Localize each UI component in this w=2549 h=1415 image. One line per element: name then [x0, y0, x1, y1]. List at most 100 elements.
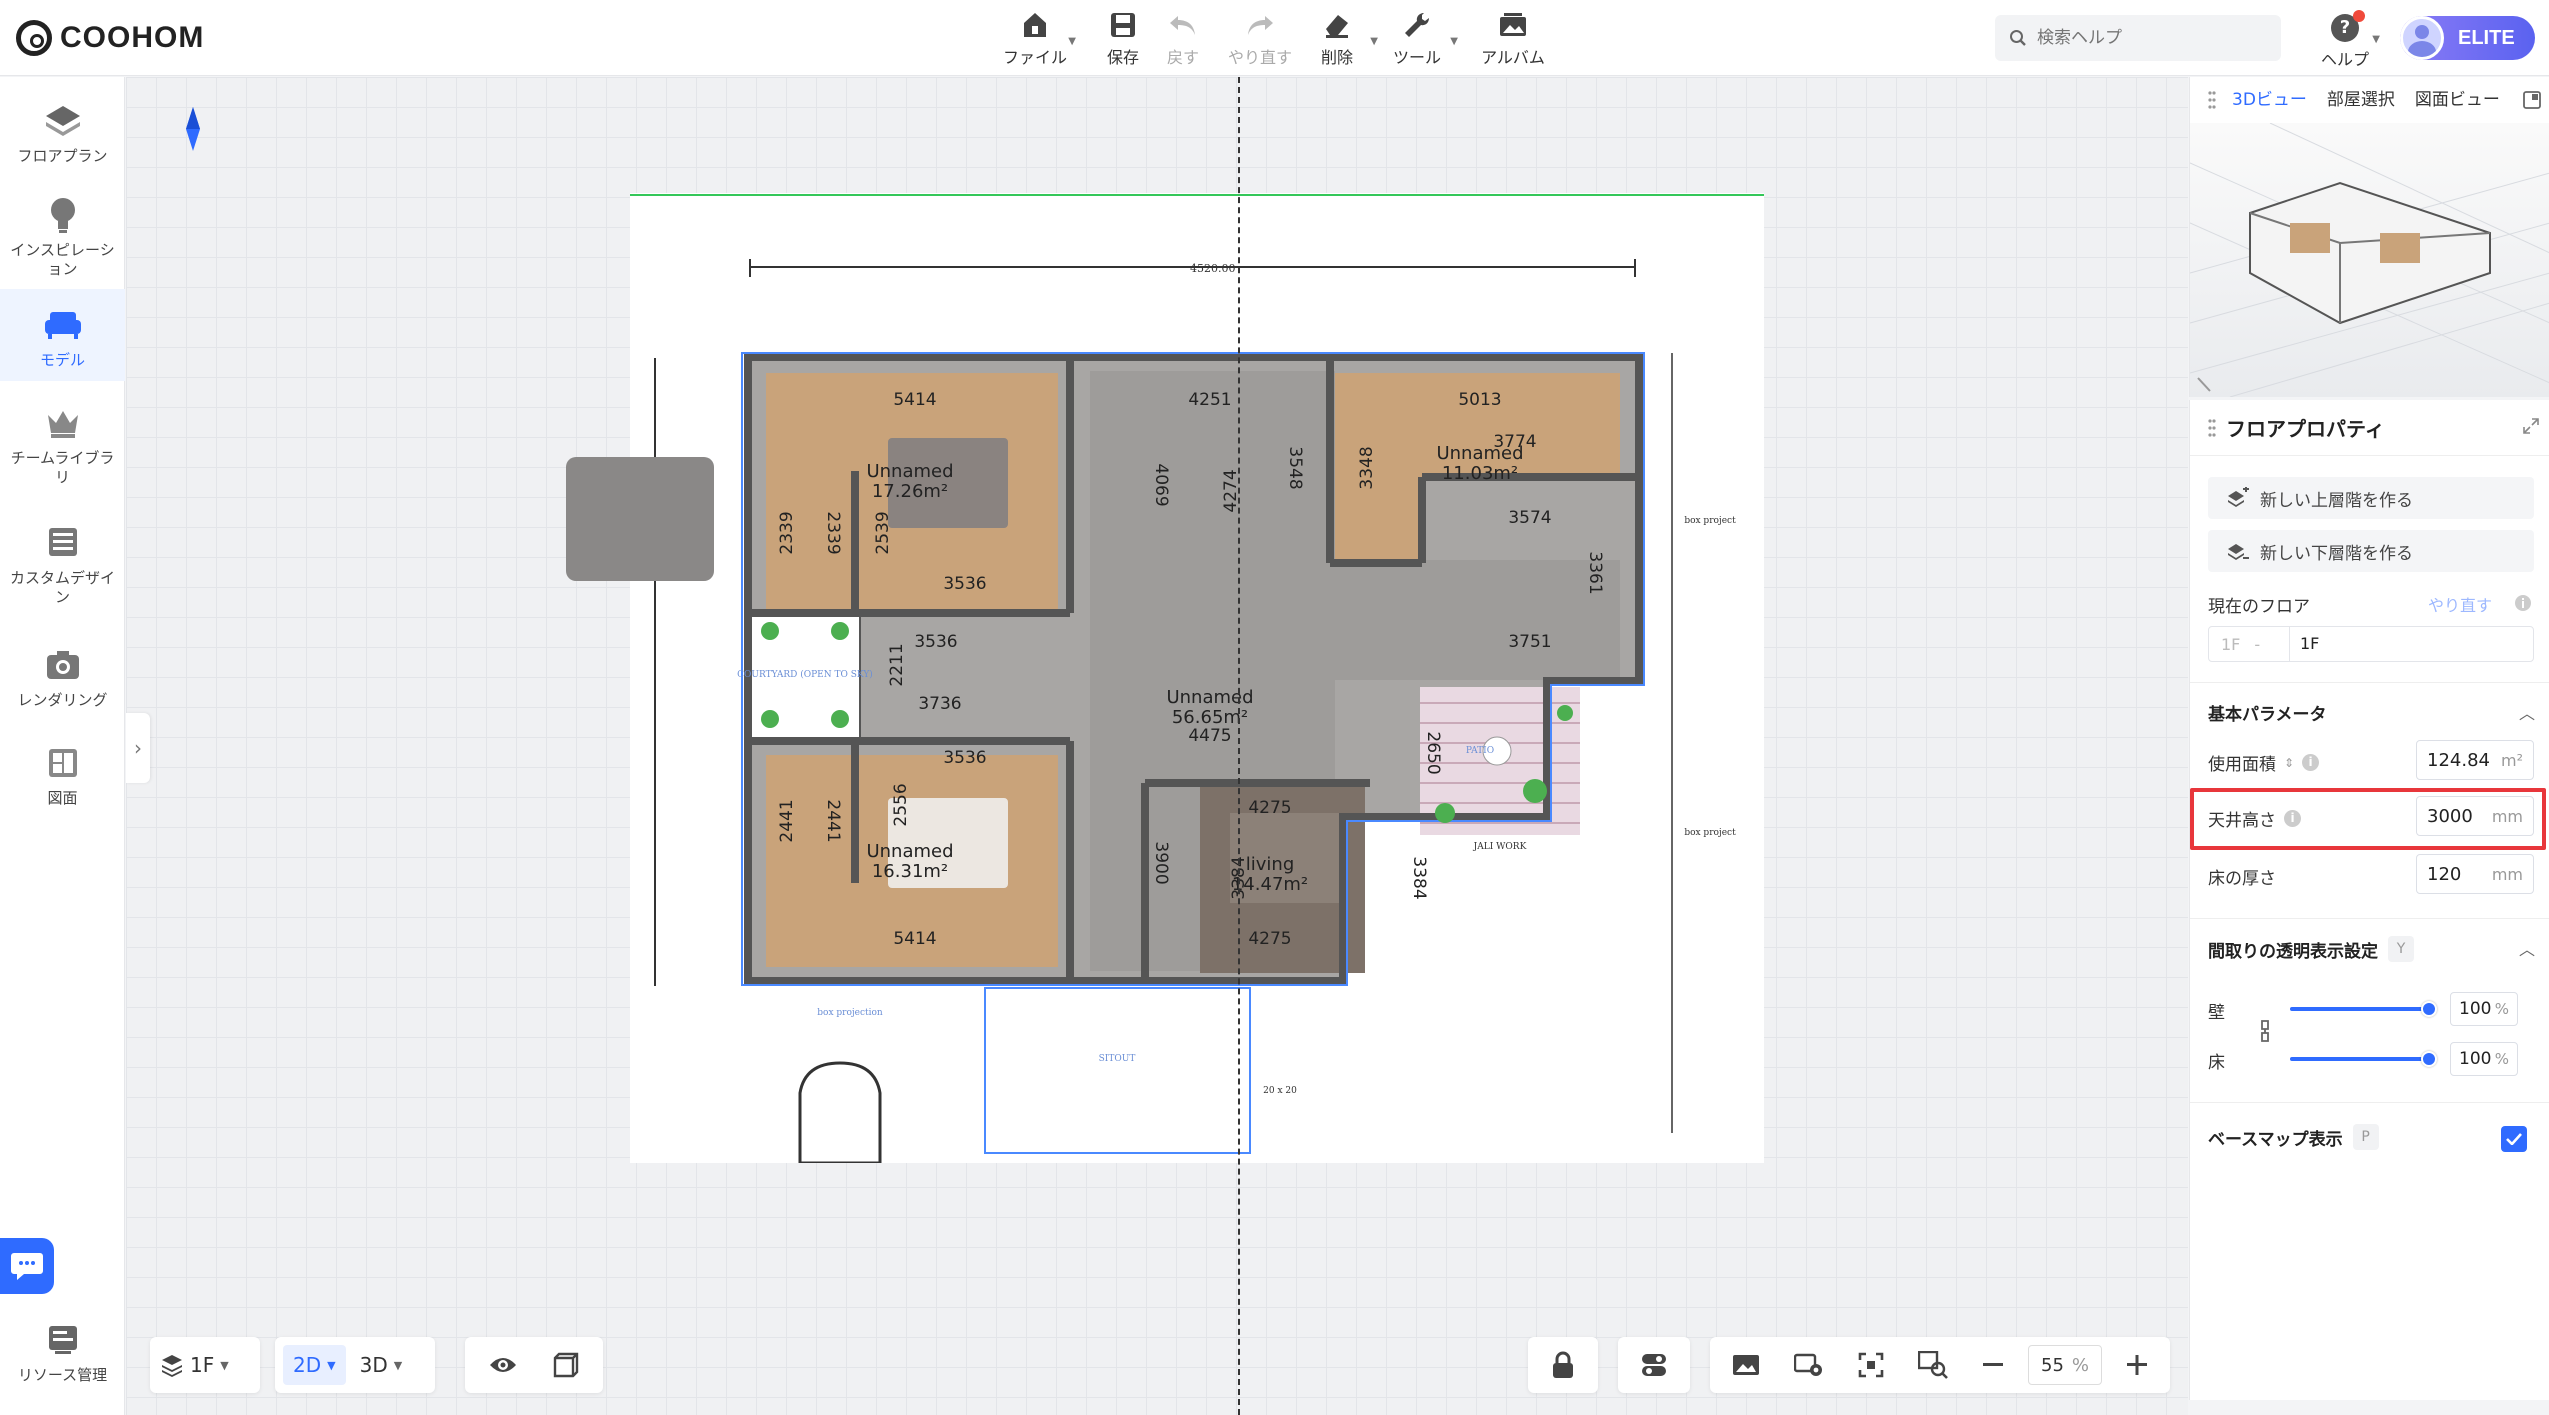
floor-name-input[interactable]: 1F	[2289, 627, 2533, 661]
view-settings-button[interactable]	[1784, 1345, 1834, 1385]
drag-handle-icon[interactable]	[2208, 91, 2216, 109]
current-floor-label: 現在のフロア	[2208, 597, 2310, 617]
zoom-fit-button[interactable]	[1908, 1345, 1958, 1385]
zoom-unit: %	[2071, 1354, 2089, 1376]
tab-drawing-view[interactable]: 図面ビュー	[2405, 77, 2510, 123]
floor-opacity-slider[interactable]	[2290, 1051, 2437, 1067]
design-canvas[interactable]: › 4520.00 Unnamed 17.26m² Unnamed 11.03m…	[126, 77, 2188, 1415]
link-icon[interactable]	[2258, 1020, 2272, 1042]
floor-opacity-unit: %	[2494, 1050, 2509, 1068]
floor-prefix-text: 1F	[2221, 634, 2241, 654]
area-field: 124.84 m²	[2416, 740, 2534, 780]
sidebar-item-custom-design[interactable]: カスタムデザイン	[0, 517, 125, 617]
current-floor-field[interactable]: 1F - 1F	[2208, 626, 2534, 662]
section-title-text: 基本パラメータ	[2208, 705, 2327, 725]
image-button[interactable]	[1722, 1345, 1770, 1385]
lock-icon	[1553, 1351, 1573, 1378]
help-button[interactable]: ? ヘルプ ▼	[2310, 10, 2380, 70]
3d-preview-panel: 3Dビュー 部屋選択 図面ビュー	[2189, 77, 2549, 397]
chevron-up-icon[interactable]: ︿	[2519, 936, 2535, 960]
lock-button[interactable]	[1541, 1345, 1585, 1385]
cube-view-button[interactable]	[543, 1345, 589, 1385]
zoom-in-button[interactable]	[2116, 1345, 2158, 1385]
camera-icon	[43, 645, 83, 685]
basemap-checkbox[interactable]	[2501, 1126, 2527, 1152]
plan-dimension: 3384	[1409, 856, 1429, 899]
display-bar	[465, 1337, 603, 1393]
floor-row-label: 床	[2208, 1053, 2225, 1073]
chevron-down-icon: ▼	[220, 1358, 229, 1372]
wall-opacity-slider[interactable]	[2290, 1001, 2437, 1017]
delete-button[interactable]: 削除 ▼	[1292, 10, 1382, 70]
zoom-out-button[interactable]	[1972, 1345, 2014, 1385]
file-menu-button[interactable]: ファイル ▼	[990, 10, 1080, 70]
slider-handle[interactable]	[2421, 1001, 2437, 1017]
current-floor-redo-link[interactable]: やり直す	[2428, 592, 2492, 616]
settings-toggle-button[interactable]	[1630, 1345, 1678, 1385]
redo-icon	[1243, 10, 1277, 40]
wall-opacity-input[interactable]: 100 %	[2450, 992, 2518, 1026]
floor-thickness-input[interactable]: 120 mm	[2416, 854, 2534, 894]
add-upper-floor-button[interactable]: 新しい上層階を作る	[2208, 477, 2534, 519]
transparency-title[interactable]: 間取りの透明表示設定 Y	[2208, 936, 2414, 962]
sidebar-item-team-library[interactable]: チームライブラリ	[0, 397, 125, 497]
focus-button[interactable]	[1848, 1345, 1894, 1385]
floor-switcher[interactable]: 1F ▼	[150, 1337, 260, 1393]
tools-label: ツール	[1392, 48, 1441, 67]
plan-dimension: 4251	[1188, 390, 1231, 410]
help-search[interactable]	[1995, 15, 2281, 61]
sidebar-item-model[interactable]: モデル	[0, 289, 125, 381]
expand-icon[interactable]	[2523, 418, 2539, 434]
3d-model-preview[interactable]	[2190, 123, 2549, 397]
lightbulb-icon	[43, 195, 83, 235]
bed-model[interactable]	[566, 457, 714, 581]
add-lower-floor-button[interactable]: 新しい下層階を作る	[2208, 530, 2534, 572]
chat-support-button[interactable]	[0, 1238, 54, 1294]
plan-text-box-project: box project	[1684, 516, 1736, 526]
sidebar-item-floorplan[interactable]: フロアプラン	[0, 91, 125, 181]
sidebar-item-resource-management[interactable]: リソース管理	[0, 1314, 125, 1398]
tools-menu-button[interactable]: ツール ▼	[1372, 10, 1462, 70]
album-icon	[1496, 10, 1530, 40]
sidebar-expand-toggle[interactable]: ›	[126, 713, 150, 783]
album-button[interactable]: アルバム	[1468, 10, 1558, 70]
add-layer-icon	[2228, 544, 2249, 560]
zoom-level-input[interactable]: 55 %	[2028, 1345, 2102, 1385]
chat-icon	[11, 1253, 43, 1280]
chevron-up-icon[interactable]: ︿	[2519, 700, 2535, 724]
sidebar-item-drawing[interactable]: 図面	[0, 737, 125, 821]
mode-2d-button[interactable]: 2D ▼	[283, 1345, 346, 1385]
plan-dimension: 2339	[823, 511, 843, 554]
sidebar-item-rendering[interactable]: レンダリング	[0, 639, 125, 723]
ceiling-value: 3000	[2427, 805, 2473, 827]
floorplan-drawing[interactable]: 4520.00 Unnamed 17.26m² Unnamed 11.03m² …	[630, 193, 1764, 1165]
room-name: Unnamed	[866, 841, 953, 862]
compass-icon[interactable]	[186, 107, 200, 151]
visibility-button[interactable]	[479, 1345, 527, 1385]
floor-selector[interactable]: 1F ▼	[150, 1345, 239, 1385]
plan-dimension: 2650	[1423, 731, 1443, 774]
plan-dim-label: 4520.00	[1190, 262, 1236, 275]
sidebar-label: モデル	[39, 351, 85, 369]
ceiling-height-input[interactable]: 3000 mm	[2416, 796, 2534, 836]
checkmark-icon	[2506, 1133, 2522, 1145]
zoom-search-icon	[1918, 1351, 1948, 1379]
panel-float-icon[interactable]	[2523, 91, 2541, 109]
save-label: 保存	[1106, 48, 1139, 67]
mode-2d-label: 2D	[293, 1353, 322, 1377]
account-button[interactable]: ELITE	[2400, 16, 2535, 60]
basic-params-title[interactable]: 基本パラメータ	[2208, 700, 2327, 725]
resource-icon	[43, 1320, 83, 1360]
mode-3d-button[interactable]: 3D ▼	[350, 1345, 413, 1385]
search-input[interactable]	[2037, 28, 2257, 48]
sidebar-item-inspiration[interactable]: インスピレーション	[0, 187, 125, 297]
plan-dimension: 5414	[893, 929, 936, 949]
drag-handle-icon[interactable]	[2208, 418, 2216, 437]
floor-opacity-input[interactable]: 100 %	[2450, 1042, 2518, 1076]
tab-room-select[interactable]: 部屋選択	[2317, 77, 2405, 123]
sofa-icon	[43, 305, 83, 345]
sidebar-label: インスピレーション	[10, 241, 115, 278]
tab-3d-view[interactable]: 3Dビュー	[2222, 77, 2317, 123]
drawing-icon	[43, 743, 83, 783]
slider-handle[interactable]	[2421, 1051, 2437, 1067]
